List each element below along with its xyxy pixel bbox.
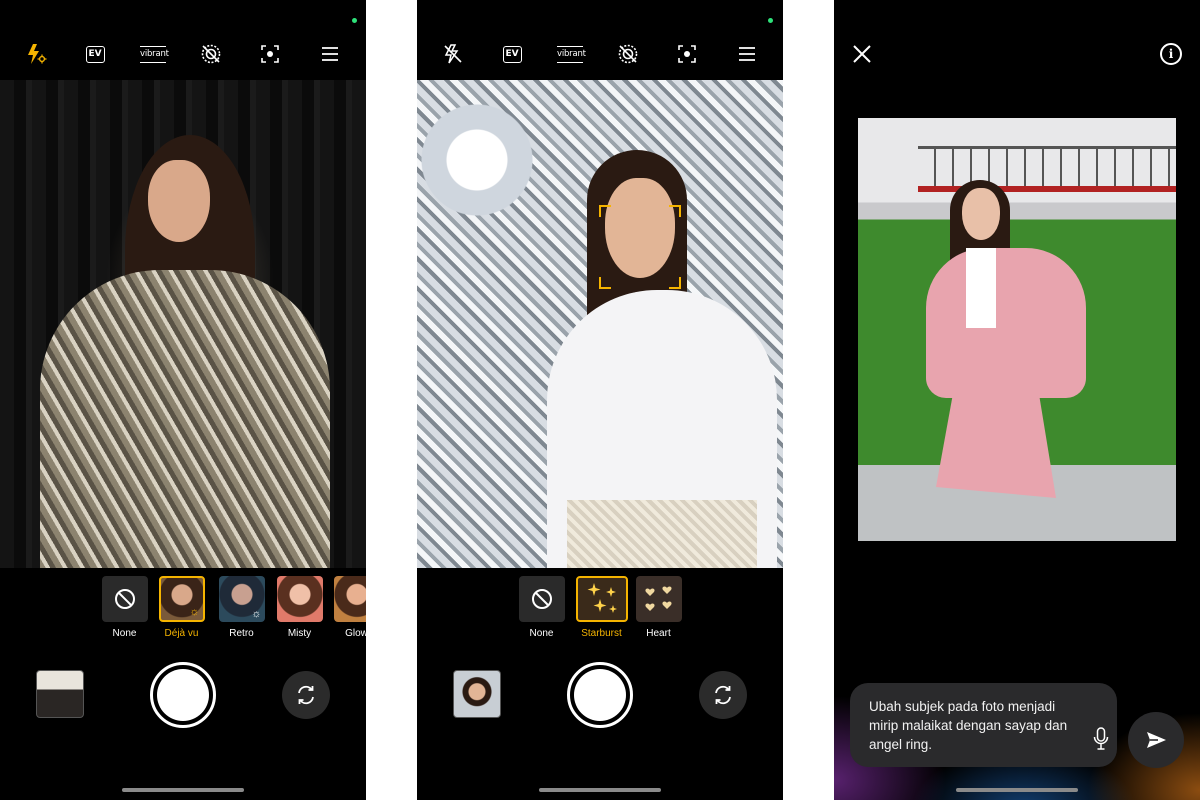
filter-deja-vu[interactable]: ☼ Déjà vu [158, 576, 205, 639]
filter-label: Retro [229, 628, 254, 639]
switch-camera-button[interactable] [282, 671, 330, 719]
filter-label: Glow [345, 628, 366, 639]
live-off-icon[interactable] [193, 34, 229, 74]
menu-icon[interactable] [312, 34, 348, 74]
switch-camera-button[interactable] [699, 671, 747, 719]
sun-icon: ☼ [251, 608, 262, 620]
none-icon [531, 589, 552, 609]
home-indicator[interactable] [122, 788, 244, 792]
filter-misty[interactable]: Misty [276, 576, 323, 639]
ev-icon[interactable]: EV [77, 34, 113, 74]
flash-off-icon[interactable] [435, 34, 471, 74]
home-indicator[interactable] [956, 788, 1078, 792]
flash-auto-icon[interactable] [18, 34, 54, 74]
ev-icon[interactable]: EV [494, 34, 530, 74]
filter-label: Déjà vu [164, 628, 199, 639]
shutter-button[interactable] [150, 662, 216, 728]
gallery-thumbnail[interactable] [36, 670, 84, 718]
microphone-icon[interactable] [1093, 727, 1109, 751]
camera-toolbar: EV vibrant [0, 34, 366, 74]
photo-preview [858, 118, 1176, 541]
vibrant-icon[interactable]: vibrant [135, 34, 171, 74]
vibrant-label: vibrant [557, 45, 586, 63]
status-dot [768, 18, 773, 23]
subject-face [148, 160, 210, 242]
subject-face [962, 188, 1000, 240]
ev-label: EV [85, 45, 105, 63]
filter-strip: None ☼ Déjà vu ☼ Retro Misty Glow [0, 576, 366, 646]
filter-none[interactable]: None [518, 576, 565, 639]
subject-sequin-dress [40, 270, 330, 568]
face-focus-frame [599, 205, 681, 289]
sun-icon: ☼ [189, 606, 200, 618]
ev-label: EV [502, 45, 522, 63]
subject-white-top [966, 248, 996, 328]
home-indicator[interactable] [539, 788, 661, 792]
camera-screen-deja-vu: EV vibrant None ☼ Déjà vu ☼ Retro Misty … [0, 0, 366, 800]
filter-retro[interactable]: ☼ Retro [218, 576, 265, 639]
info-icon[interactable]: i [1160, 43, 1182, 65]
heart-icon [635, 576, 682, 622]
shutter-button[interactable] [567, 662, 633, 728]
subject-sequin-skirt [567, 500, 757, 568]
subject-pink-skirt [936, 388, 1056, 498]
gallery-thumbnail[interactable] [453, 670, 501, 718]
camera-screen-starburst: EV vibrant None Starburst Heart [417, 0, 783, 800]
camera-viewfinder[interactable] [0, 80, 366, 568]
filter-starburst[interactable]: Starburst [575, 576, 628, 639]
filter-none[interactable]: None [101, 576, 148, 639]
switch-camera-icon [298, 685, 314, 705]
camera-viewfinder[interactable] [417, 80, 783, 568]
status-dot [352, 18, 357, 23]
prompt-input[interactable]: Ubah subjek pada foto menjadi mirip mala… [850, 683, 1117, 767]
photo-railing [918, 146, 1176, 192]
close-button[interactable] [850, 42, 874, 66]
camera-toolbar: EV vibrant [417, 34, 783, 74]
filter-heart[interactable]: Heart [635, 576, 682, 639]
switch-camera-icon [715, 685, 731, 705]
filter-strip: None Starburst Heart [417, 576, 783, 646]
filter-label: None [529, 628, 554, 639]
menu-icon[interactable] [729, 34, 765, 74]
vibrant-label: vibrant [140, 45, 169, 63]
focus-icon[interactable] [252, 34, 288, 74]
filter-label: Heart [646, 628, 671, 639]
vibrant-icon[interactable]: vibrant [552, 34, 588, 74]
send-icon [1147, 732, 1166, 748]
close-icon [853, 45, 871, 63]
ai-edit-screen: i Ubah subjek pada foto menjadi mirip ma… [834, 0, 1200, 800]
starburst-icon [575, 576, 628, 622]
subject-pink-jacket [926, 248, 1086, 398]
filter-label: Misty [287, 628, 312, 639]
filter-label: Starburst [581, 628, 622, 639]
focus-icon[interactable] [669, 34, 705, 74]
send-button[interactable] [1128, 712, 1184, 768]
live-off-icon[interactable] [610, 34, 646, 74]
none-icon [114, 589, 135, 609]
filter-label: None [112, 628, 137, 639]
filter-glow[interactable]: Glow [333, 576, 366, 639]
prompt-text: Ubah subjek pada foto menjadi mirip mala… [869, 699, 1068, 752]
